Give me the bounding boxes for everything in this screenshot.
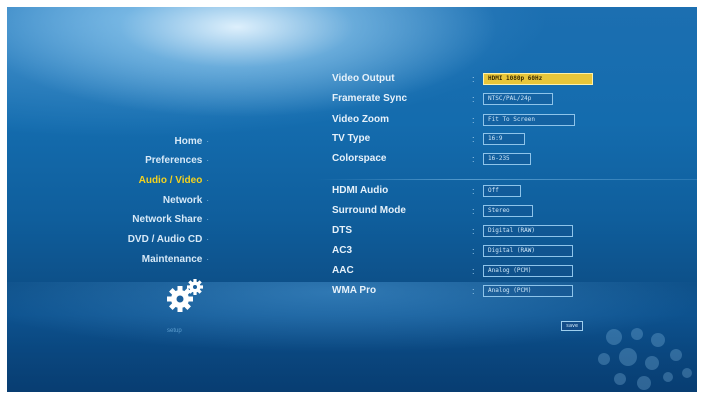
separator-colon: : [472, 186, 475, 196]
wma-pro-value[interactable]: Analog (PCM) [483, 285, 573, 297]
sidebar-item-label: Home [174, 136, 203, 147]
separator-colon: : [472, 94, 475, 104]
save-button[interactable]: save [561, 321, 584, 331]
separator-colon: : [472, 74, 475, 84]
framerate-sync-value[interactable]: NTSC/PAL/24p [483, 93, 553, 105]
bullet-icon: · [206, 137, 209, 146]
dts-label: DTS [332, 225, 352, 236]
sidebar-item-dvd-audio-cd[interactable]: DVD / Audio CD · [128, 234, 209, 248]
sidebar-item-label: Preferences [145, 155, 203, 166]
video-zoom-value[interactable]: Fit To Screen [483, 114, 575, 126]
aac-value[interactable]: Analog (PCM) [483, 265, 573, 277]
sidebar-item-label: DVD / Audio CD [127, 234, 203, 245]
bullet-icon: · [206, 196, 209, 205]
separator-colon: : [472, 115, 475, 125]
separator-colon: : [472, 266, 475, 276]
surround-mode-label: Surround Mode [332, 205, 406, 216]
decorative-bubbles [598, 328, 692, 390]
ac3-value[interactable]: Digital (RAW) [483, 245, 573, 257]
hdmi-audio-value[interactable]: Off [483, 185, 521, 197]
sidebar-item-preferences[interactable]: Preferences · [145, 155, 209, 169]
section-divider [317, 179, 697, 180]
bullet-icon: · [206, 255, 209, 264]
video-output-value[interactable]: HDMI 1080p 60Hz [483, 73, 593, 85]
framerate-sync-label: Framerate Sync [332, 93, 408, 104]
separator-colon: : [472, 206, 475, 216]
sidebar-item-network[interactable]: Network · [163, 195, 209, 209]
separator-colon: : [472, 154, 475, 164]
bullet-icon: · [206, 235, 209, 244]
separator-colon: : [472, 226, 475, 236]
tv-type-label: TV Type [332, 133, 371, 144]
video-zoom-label: Video Zoom [332, 114, 390, 125]
wma-pro-label: WMA Pro [332, 285, 377, 296]
separator-colon: : [472, 286, 475, 296]
sidebar-item-home[interactable]: Home · [175, 136, 209, 150]
aac-label: AAC [332, 265, 354, 276]
sidebar-item-label: Network [162, 195, 203, 206]
bullet-icon: · [206, 176, 209, 185]
gear-icon [167, 279, 203, 312]
colorspace-value[interactable]: 16-235 [483, 153, 531, 165]
separator-colon: : [472, 246, 475, 256]
sidebar-item-audio-video[interactable]: Audio / Video · [139, 175, 209, 189]
section-caption: setup [167, 328, 182, 334]
bullet-icon: · [206, 156, 209, 165]
sidebar-item-label: Maintenance [141, 254, 203, 265]
surround-mode-value[interactable]: Stereo [483, 205, 533, 217]
ac3-label: AC3 [332, 245, 353, 256]
colorspace-label: Colorspace [332, 153, 387, 164]
separator-colon: : [472, 134, 475, 144]
setup-screen: Home · Preferences · Audio / Video · Networ… [7, 7, 697, 392]
sidebar-item-maintenance[interactable]: Maintenance · [142, 254, 209, 268]
tv-type-value[interactable]: 16:9 [483, 133, 525, 145]
video-output-label: Video Output [332, 73, 395, 84]
hdmi-audio-label: HDMI Audio [332, 185, 389, 196]
sidebar-item-network-share[interactable]: Network Share · [132, 214, 209, 228]
bullet-icon: · [206, 215, 209, 224]
sidebar-item-label: Audio / Video [138, 175, 203, 186]
sidebar-item-label: Network Share [132, 214, 203, 225]
dts-value[interactable]: Digital (RAW) [483, 225, 573, 237]
